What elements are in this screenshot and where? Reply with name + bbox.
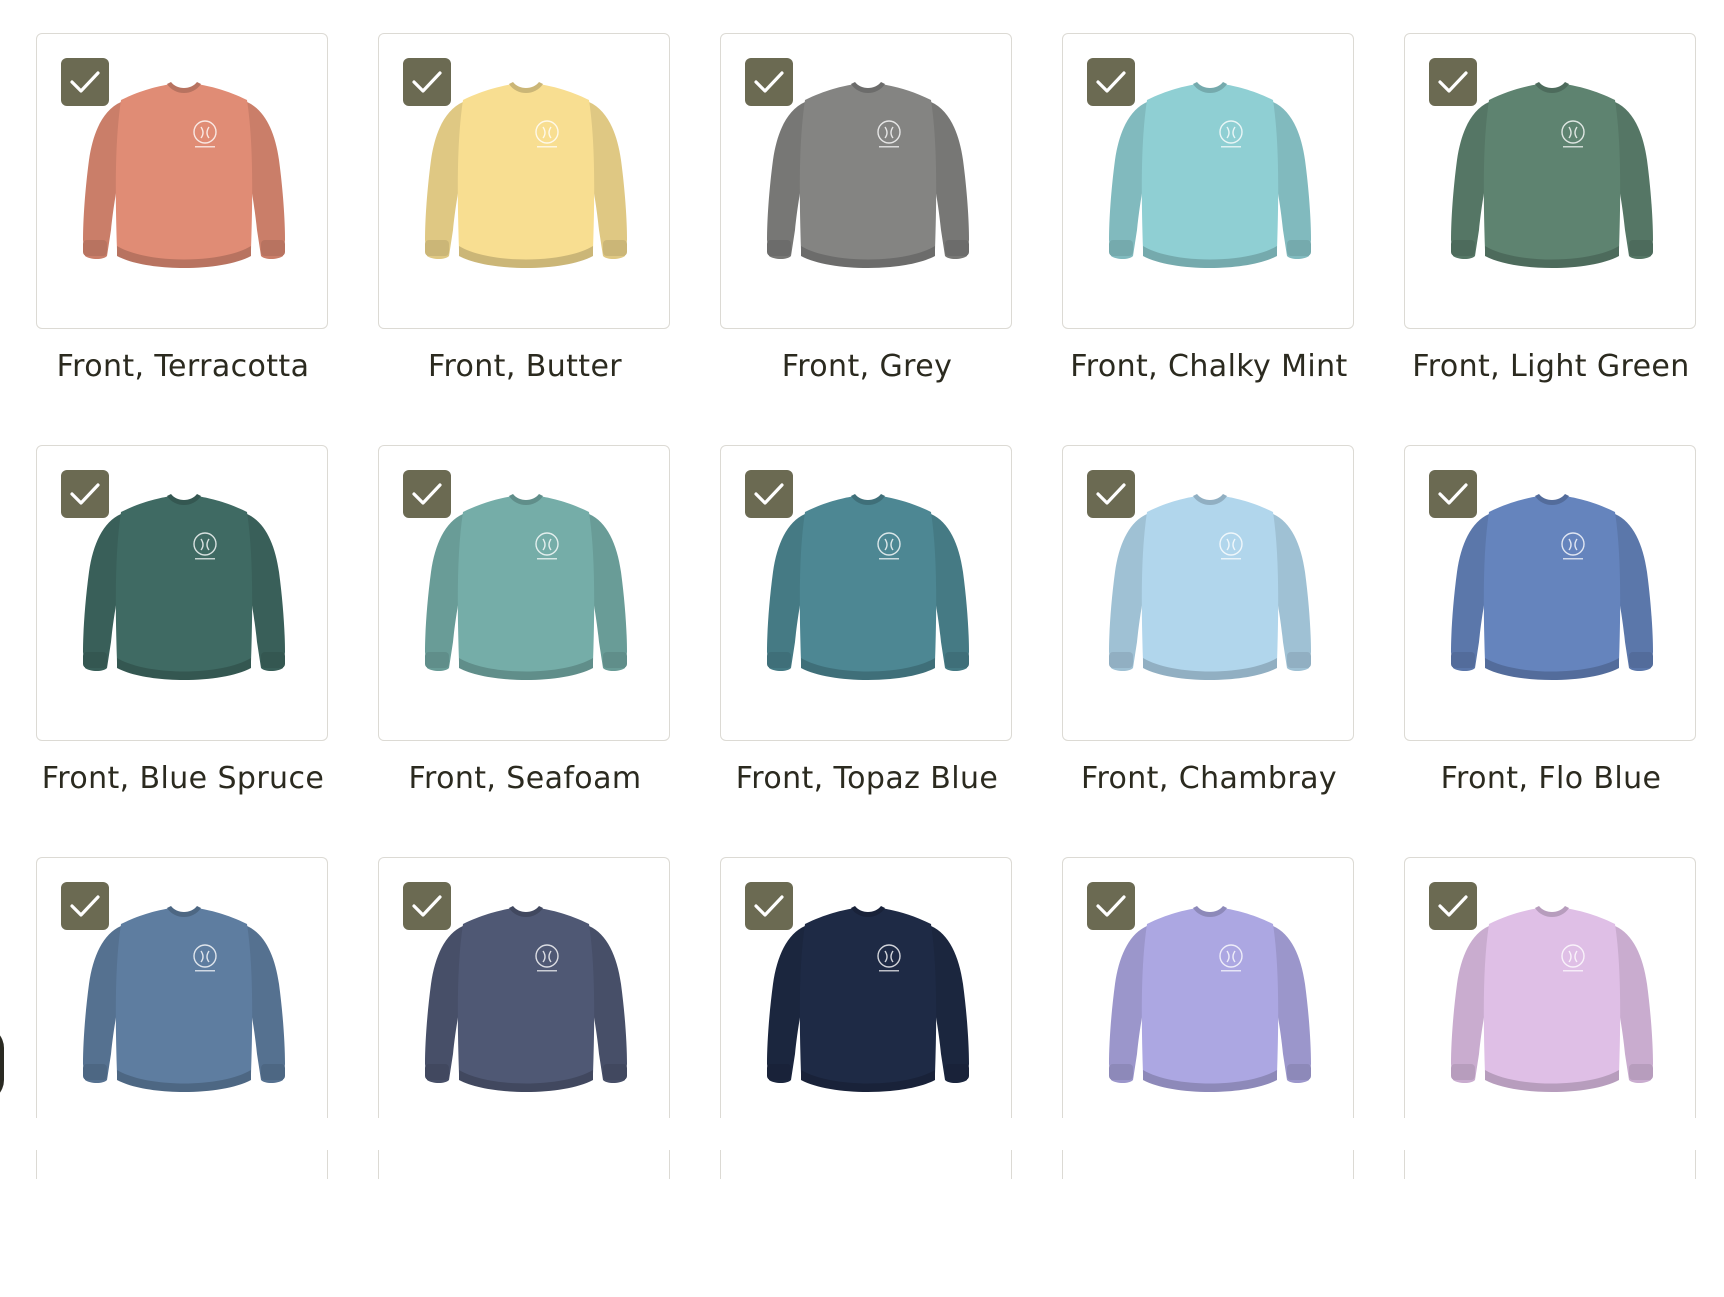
variant-tile — [1404, 857, 1698, 1297]
variant-tile: Front, Seafoam — [378, 445, 672, 857]
variant-tile: Front, Topaz Blue — [720, 445, 1014, 857]
variant-tile: Front, Light Green — [1404, 33, 1698, 445]
variant-tile — [1062, 857, 1356, 1297]
variant-tile — [378, 857, 672, 1297]
variant-tile: Front, Flo Blue — [1404, 445, 1698, 857]
variant-card[interactable] — [36, 445, 328, 741]
sweatshirt-image — [765, 492, 971, 692]
variant-tile: Front, Butter — [378, 33, 672, 445]
variant-card[interactable] — [378, 33, 670, 329]
variant-card[interactable] — [1404, 445, 1696, 741]
variant-tile: Front, Chambray — [1062, 445, 1356, 857]
sweatshirt-image — [1449, 80, 1655, 280]
variant-label: Front, Topaz Blue — [735, 761, 999, 796]
variant-label: Front, Terracotta — [56, 349, 310, 384]
variant-card[interactable] — [378, 445, 670, 741]
variant-label: Front, Seafoam — [408, 761, 642, 796]
variant-card[interactable] — [1062, 445, 1354, 741]
variant-label: Front, Chalky Mint — [1070, 349, 1348, 384]
variant-tile: Front, Chalky Mint — [1062, 33, 1356, 445]
sweatshirt-image — [1449, 492, 1655, 692]
variant-label: Front, Grey — [781, 349, 953, 384]
sweatshirt-image — [423, 80, 629, 280]
sweatshirt-image — [423, 492, 629, 692]
sweatshirt-image — [1107, 904, 1313, 1104]
variant-card[interactable] — [720, 445, 1012, 741]
sweatshirt-image — [423, 904, 629, 1104]
sweatshirt-image — [81, 904, 287, 1104]
floating-action-button[interactable] — [0, 1026, 4, 1102]
variant-card[interactable] — [1404, 33, 1696, 329]
viewport-bottom — [0, 1118, 1724, 1150]
variant-tile — [36, 857, 330, 1297]
variant-label: Front, Chambray — [1080, 761, 1338, 796]
sweatshirt-image — [1107, 80, 1313, 280]
sweatshirt-image — [81, 80, 287, 280]
variant-grid: Front, Terracotta Front, Butter Front, G… — [36, 33, 1698, 1297]
variant-tile: Front, Terracotta — [36, 33, 330, 445]
variant-label: Front, Flo Blue — [1440, 761, 1662, 796]
variant-card[interactable] — [36, 33, 328, 329]
sweatshirt-image — [1107, 492, 1313, 692]
variant-label: Front, Light Green — [1412, 349, 1690, 384]
sweatshirt-image — [1449, 904, 1655, 1104]
variant-label: Front, Blue Spruce — [41, 761, 325, 796]
sweatshirt-image — [765, 904, 971, 1104]
variant-label: Front, Butter — [427, 349, 623, 384]
sweatshirt-image — [765, 80, 971, 280]
sweatshirt-image — [81, 492, 287, 692]
variant-card[interactable] — [1062, 33, 1354, 329]
variant-tile: Front, Grey — [720, 33, 1014, 445]
variant-card[interactable] — [720, 33, 1012, 329]
variant-tile — [720, 857, 1014, 1297]
variant-tile: Front, Blue Spruce — [36, 445, 330, 857]
